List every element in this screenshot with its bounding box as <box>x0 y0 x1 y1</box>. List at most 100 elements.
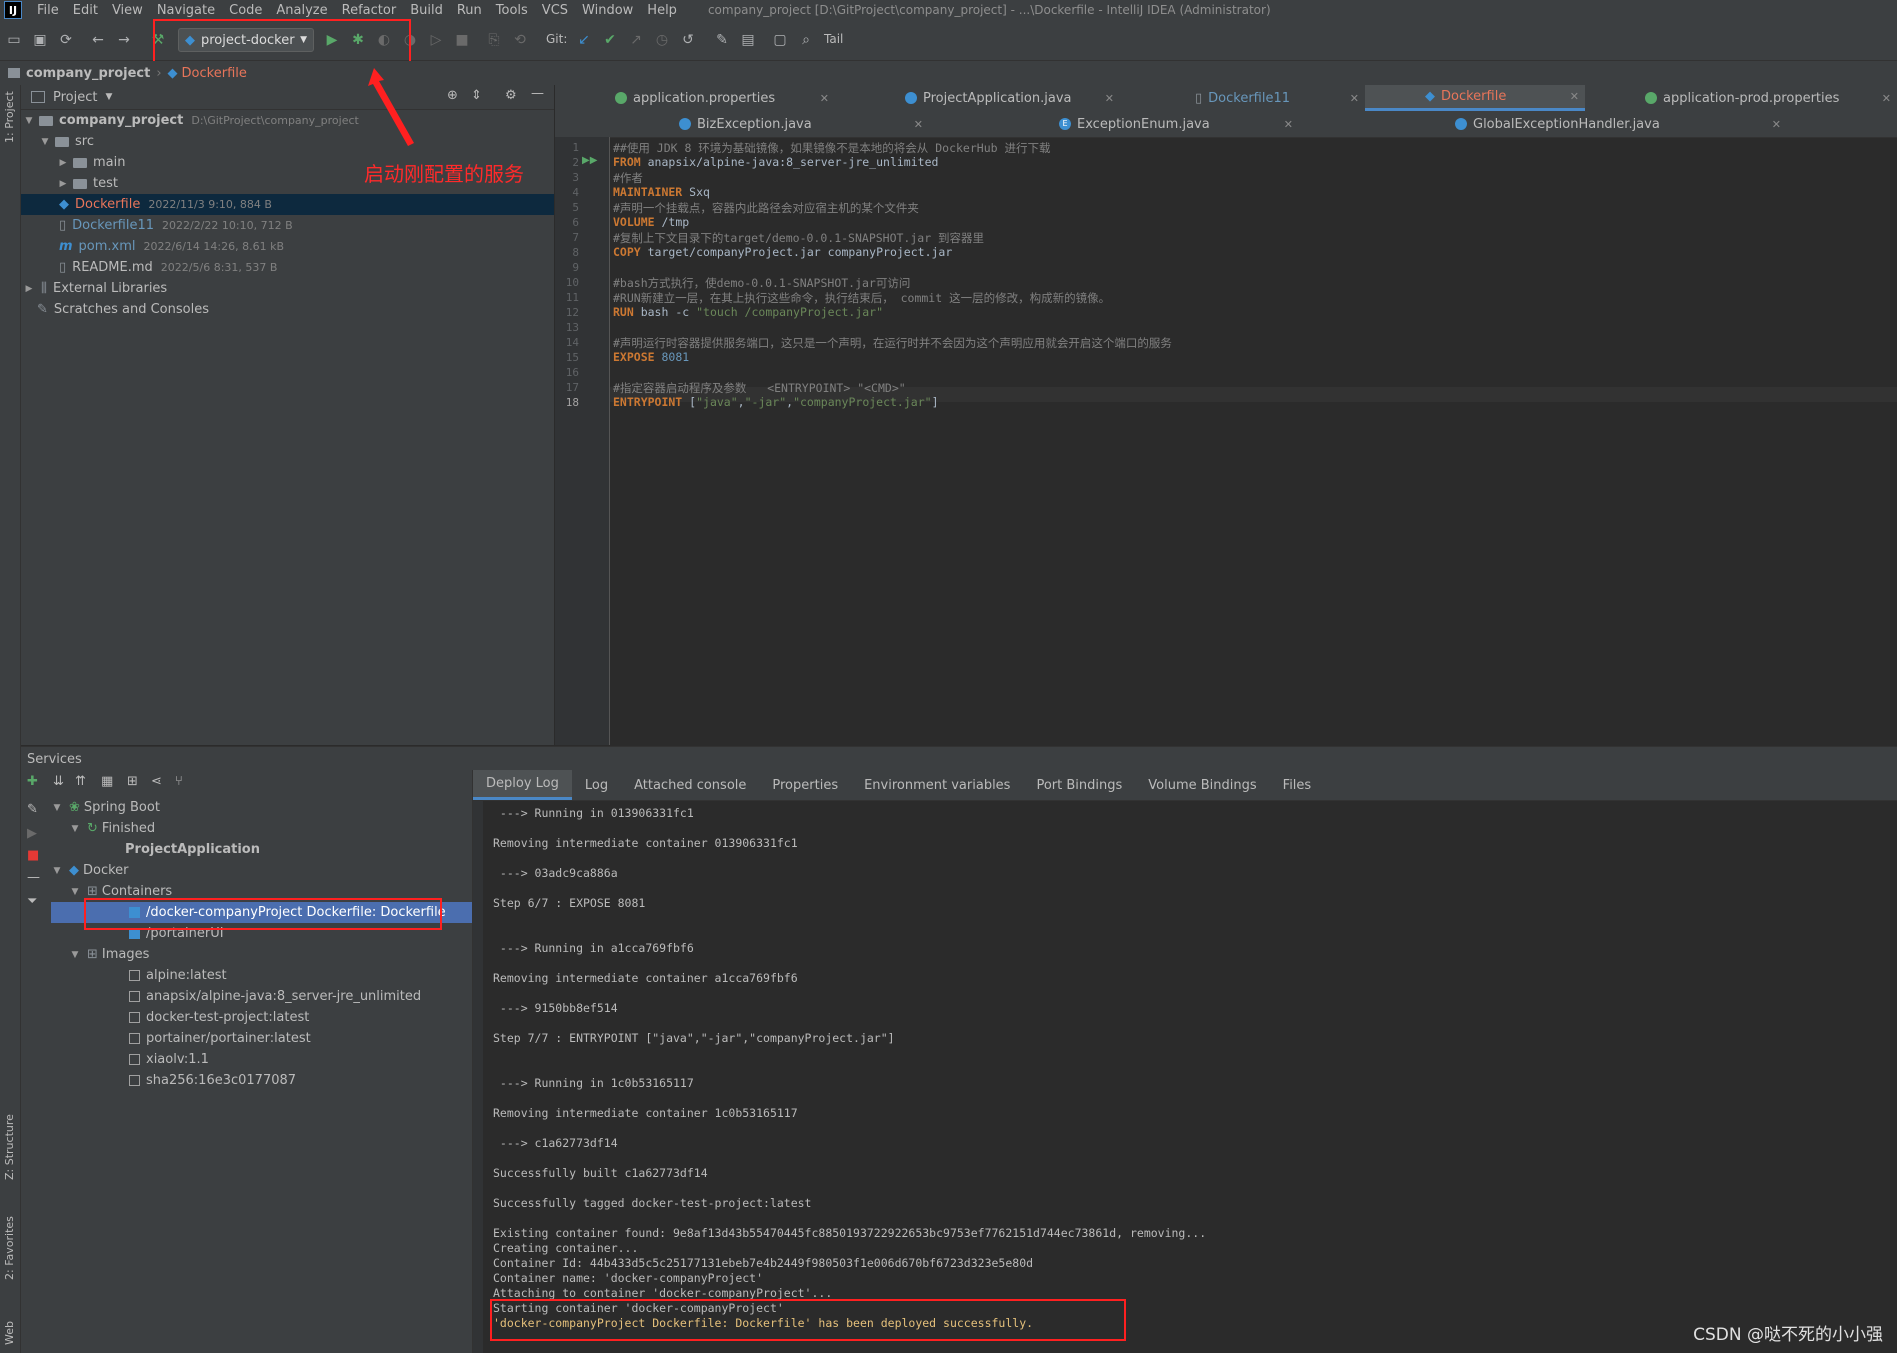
menu-view[interactable]: View <box>112 3 143 18</box>
run-disabled-icon[interactable]: ▷ <box>426 30 446 50</box>
service-finished-group[interactable]: ▼ ↻ Finished <box>69 818 156 839</box>
project-structure-icon[interactable]: ▤ <box>738 30 758 50</box>
close-icon[interactable]: ✕ <box>1570 90 1579 103</box>
service-image[interactable]: portainer/portainer:latest <box>129 1028 311 1049</box>
close-icon[interactable]: ✕ <box>1350 92 1359 105</box>
menu-file[interactable]: File <box>37 3 59 18</box>
stop-icon[interactable]: ■ <box>27 848 39 863</box>
expand-icon[interactable]: ▼ <box>39 137 51 147</box>
filter-icon[interactable]: ⏷ <box>27 894 37 909</box>
tab-deploy-log[interactable]: Deploy Log <box>473 770 572 800</box>
service-image[interactable]: alpine:latest <box>129 965 227 986</box>
service-images[interactable]: ▼ ⊞ Images <box>69 944 150 965</box>
project-tool-tab[interactable]: 1: Project <box>3 91 16 143</box>
git-push-icon[interactable]: ↗ <box>626 30 646 50</box>
tab-port-bindings[interactable]: Port Bindings <box>1023 770 1135 800</box>
git-history-icon[interactable]: ◷ <box>652 30 672 50</box>
run-gutter-icon[interactable]: ▶▶ <box>582 155 597 166</box>
menu-analyze[interactable]: Analyze <box>276 3 327 18</box>
menu-navigate[interactable]: Navigate <box>157 3 215 18</box>
stop-icon[interactable]: ■ <box>452 30 472 50</box>
terminal-icon[interactable]: ▢ <box>770 30 790 50</box>
collapse-icon[interactable]: ▶ <box>23 284 35 294</box>
tree-item-dockerfile11[interactable]: ▯ Dockerfile11 2022/2/22 10:10, 712 B <box>21 215 554 236</box>
expand-all-icon[interactable]: ⇊ <box>53 774 64 789</box>
favorites-tool-tab[interactable]: 2: Favorites <box>3 1216 16 1280</box>
collapse-all-icon[interactable]: ⇕ <box>471 88 482 103</box>
tab-attached-console[interactable]: Attached console <box>621 770 759 800</box>
tab-environment-variables[interactable]: Environment variables <box>851 770 1023 800</box>
close-icon[interactable]: ✕ <box>914 118 923 131</box>
web-tool-tab[interactable]: Web <box>3 1321 16 1345</box>
new-group-icon[interactable]: ⊞ <box>127 774 138 789</box>
tab-application-properties[interactable]: application.properties ✕ <box>615 85 835 111</box>
service-image[interactable]: docker-test-project:latest <box>129 1007 309 1028</box>
forward-icon[interactable]: → <box>114 30 134 50</box>
tab-biz-exception[interactable]: BizException.java ✕ <box>679 111 929 137</box>
group-by-icon[interactable]: ▦ <box>101 774 113 789</box>
service-project-application[interactable]: ProjectApplication <box>125 839 260 860</box>
tab-properties[interactable]: Properties <box>759 770 851 800</box>
locate-icon[interactable]: ⊕ <box>447 88 458 103</box>
service-image[interactable]: sha256:16e3c0177087 <box>129 1070 296 1091</box>
collapse-icon[interactable]: ▶ <box>57 179 69 189</box>
menu-code[interactable]: Code <box>229 3 262 18</box>
menu-window[interactable]: Window <box>582 3 633 18</box>
tree-item-external-libraries[interactable]: ▶ ⫼ External Libraries <box>21 278 554 299</box>
close-icon[interactable]: ✕ <box>1105 92 1114 105</box>
git-rollback-icon[interactable]: ↺ <box>678 30 698 50</box>
expand-icon[interactable]: ▼ <box>69 824 81 834</box>
menu-edit[interactable]: Edit <box>73 3 98 18</box>
structure-tool-tab[interactable]: Z: Structure <box>3 1114 16 1180</box>
menu-refactor[interactable]: Refactor <box>342 3 397 18</box>
filter-tree-icon[interactable]: ⑂ <box>175 774 183 789</box>
save-icon[interactable]: ▣ <box>30 30 50 50</box>
tab-project-application[interactable]: ProjectApplication.java ✕ <box>905 85 1120 111</box>
search-icon[interactable]: ⌕ <box>796 30 816 50</box>
settings-wrench-icon[interactable]: ✎ <box>712 30 732 50</box>
tree-item-scratches[interactable]: ✎ Scratches and Consoles <box>21 299 554 320</box>
expand-icon[interactable]: ▼ <box>51 866 63 876</box>
tab-global-exception-handler[interactable]: GlobalExceptionHandler.java ✕ <box>1455 111 1787 137</box>
tree-item-pom[interactable]: m pom.xml 2022/6/14 14:26, 8.61 kB <box>21 236 554 257</box>
git-update-icon[interactable]: ↙ <box>574 30 594 50</box>
tab-files[interactable]: Files <box>1270 770 1325 800</box>
tab-log[interactable]: Log <box>572 770 621 800</box>
move-icon[interactable]: ⋖ <box>151 774 162 789</box>
git-commit-icon[interactable]: ✔ <box>600 30 620 50</box>
expand-icon[interactable]: ▼ <box>23 116 35 126</box>
tab-dockerfile11[interactable]: ▯ Dockerfile11 ✕ <box>1195 85 1365 111</box>
menu-vcs[interactable]: VCS <box>542 3 568 18</box>
sync-icon[interactable]: ⟳ <box>56 30 76 50</box>
tree-item-readme[interactable]: ▯ README.md 2022/5/6 8:31, 537 B <box>21 257 554 278</box>
back-icon[interactable]: ← <box>88 30 108 50</box>
tab-dockerfile[interactable]: ◆ Dockerfile ✕ <box>1365 85 1585 111</box>
menu-run[interactable]: Run <box>457 3 482 18</box>
tab-exception-enum[interactable]: E ExceptionEnum.java ✕ <box>1059 111 1299 137</box>
service-image[interactable]: xiaolv:1.1 <box>129 1049 209 1070</box>
expand-icon[interactable]: ▼ <box>69 887 81 897</box>
tree-item-dockerfile[interactable]: ◆ Dockerfile 2022/11/3 9:10, 884 B <box>21 194 554 215</box>
service-spring-boot[interactable]: ▼ ❀ Spring Boot <box>51 797 160 818</box>
service-image[interactable]: anapsix/alpine-java:8_server-jre_unlimit… <box>129 986 421 1007</box>
run-icon[interactable]: ▶ <box>27 826 37 841</box>
tab-volume-bindings[interactable]: Volume Bindings <box>1135 770 1269 800</box>
add-service-icon[interactable]: ✚ <box>27 774 38 789</box>
close-icon[interactable]: ✕ <box>820 92 829 105</box>
hide-panel-icon[interactable]: — <box>531 86 544 101</box>
close-icon[interactable]: ✕ <box>1882 92 1891 105</box>
service-docker[interactable]: ▼ ◆ Docker <box>51 860 129 881</box>
collapse-all-icon[interactable]: ⇈ <box>75 774 86 789</box>
chevron-down-icon[interactable]: ▼ <box>105 92 112 102</box>
minus-icon[interactable]: — <box>27 870 40 885</box>
expand-icon[interactable]: ▼ <box>69 950 81 960</box>
project-view-label[interactable]: Project <box>53 90 97 105</box>
close-icon[interactable]: ✕ <box>1772 118 1781 131</box>
edit-icon[interactable]: ✎ <box>27 802 38 817</box>
close-icon[interactable]: ✕ <box>1284 118 1293 131</box>
breadcrumb-project[interactable]: company_project <box>26 66 150 81</box>
expand-icon[interactable]: ▼ <box>51 803 63 813</box>
restart-icon[interactable]: ⟲ <box>510 30 530 50</box>
menu-tools[interactable]: Tools <box>496 3 528 18</box>
gear-icon[interactable]: ⚙ <box>505 88 517 103</box>
